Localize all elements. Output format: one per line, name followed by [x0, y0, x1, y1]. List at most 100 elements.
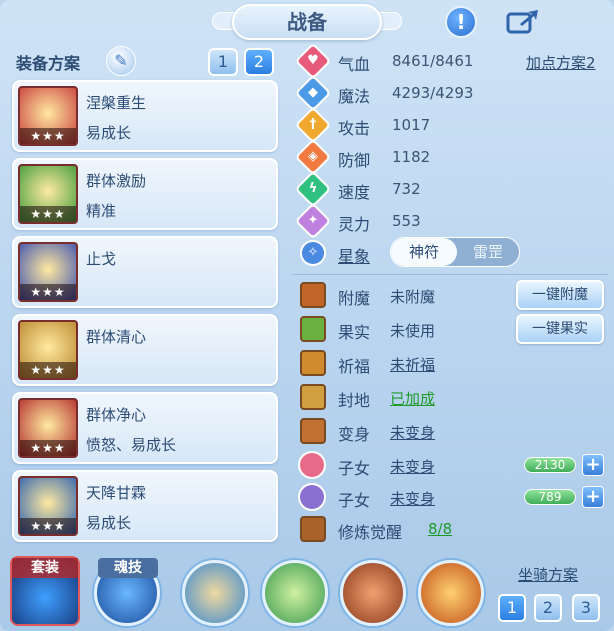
astro-option-shenfu[interactable]: 神符 — [391, 238, 457, 266]
misc-value[interactable]: 未使用 — [390, 320, 435, 341]
child-status[interactable]: 未变身 — [390, 456, 435, 477]
mana-icon: ◆ — [294, 74, 332, 112]
equip-icon: ★★★ — [18, 164, 78, 224]
stat-label: 魔法 — [338, 87, 371, 106]
stat-label: 防御 — [338, 151, 371, 170]
add-exp-button[interactable]: + — [582, 454, 604, 476]
shield-icon: ◈ — [294, 138, 332, 176]
stat-label: 气血 — [338, 55, 371, 74]
equipment-panel: 装备方案 ✎ 1 2 ★★★ 涅槃重生 易成长 ★★★ 群体激励 精准 ★★★ 止戈 ★★★ 群体… — [8, 42, 284, 542]
equip-attribute: 愤怒、易成长 — [86, 436, 177, 454]
skill-slot-4[interactable] — [418, 560, 484, 626]
misc-label: 变身 — [338, 425, 371, 444]
stat-row: ✦ 灵力 553 — [292, 202, 608, 240]
equip-name: 群体净心 — [86, 406, 147, 424]
child-label: 子女 — [338, 491, 371, 510]
star-rating: ★★★ — [20, 518, 76, 534]
misc-value[interactable]: 未附魔 — [390, 286, 435, 307]
child-status[interactable]: 未变身 — [390, 488, 435, 509]
misc-label: 附魔 — [338, 289, 371, 308]
fief-icon — [300, 384, 326, 410]
misc-label: 封地 — [338, 391, 371, 410]
transform-icon — [300, 418, 326, 444]
edit-scheme-button[interactable]: ✎ — [106, 46, 136, 76]
cultivation-label: 修炼觉醒 — [338, 523, 403, 542]
equip-card[interactable]: ★★★ 天降甘霖 易成长 — [12, 470, 278, 542]
child-row: 子女 未变身 789 + — [292, 482, 608, 512]
fruit-icon — [300, 316, 326, 342]
add-exp-button[interactable]: + — [582, 486, 604, 508]
misc-value[interactable]: 已加成 — [390, 388, 435, 409]
misc-row: 封地 已加成 — [292, 382, 608, 412]
battle-prep-window: 战备 ! 装备方案 ✎ 1 2 ★★★ 涅槃重生 易成长 ★★★ 群体激励 精准 ★★★ 止戈… — [0, 0, 614, 631]
star-rating: ★★★ — [20, 440, 76, 456]
equip-icon: ★★★ — [18, 398, 78, 458]
skill-slot-1[interactable] — [182, 560, 248, 626]
child1-icon — [298, 451, 326, 479]
suit-label: 套装 — [12, 558, 78, 578]
equip-icon: ★★★ — [18, 476, 78, 536]
stat-value: 732 — [392, 180, 421, 198]
child-row: 子女 未变身 2130 + — [292, 450, 608, 480]
one-click-fruit-button[interactable]: 一键果实 — [516, 314, 604, 344]
mount-tab-2[interactable]: 2 — [534, 594, 562, 622]
misc-label: 祈福 — [338, 357, 371, 376]
mount-tab-3[interactable]: 3 — [572, 594, 600, 622]
equip-attribute: 精准 — [86, 202, 117, 220]
equip-attribute: 易成长 — [86, 124, 132, 142]
stat-label: 攻击 — [338, 119, 371, 138]
stat-value: 553 — [392, 212, 421, 230]
equip-card[interactable]: ★★★ 群体净心愤怒、易成长 — [12, 392, 278, 464]
star-rating: ★★★ — [20, 206, 76, 222]
sword-icon: † — [294, 106, 332, 144]
misc-value[interactable]: 未祈福 — [390, 354, 435, 375]
bless-icon — [300, 350, 326, 376]
equip-card[interactable]: ★★★ 群体激励 精准 — [12, 158, 278, 230]
misc-label: 果实 — [338, 323, 371, 342]
misc-value[interactable]: 未变身 — [390, 422, 435, 443]
equip-card[interactable]: ★★★ 涅槃重生易成长 — [12, 80, 278, 152]
astro-option-leigang[interactable]: 雷罡 — [455, 238, 521, 266]
astro-label: 星象 — [338, 247, 371, 266]
cultivation-icon — [300, 516, 326, 542]
stat-row: † 攻击 1017 — [292, 106, 608, 144]
equip-scheme-tab-1[interactable]: 1 — [208, 48, 238, 76]
skill-slot-2[interactable] — [262, 560, 328, 626]
stat-label: 灵力 — [338, 215, 371, 234]
heart-icon: ♥ — [294, 42, 332, 80]
child-exp-bar: 789 — [524, 489, 576, 505]
equip-name: 止戈 — [86, 250, 117, 268]
star-rating: ★★★ — [20, 362, 76, 378]
mount-scheme-label: 坐骑方案 — [518, 566, 579, 584]
equip-icon: ★★★ — [18, 242, 78, 302]
cultivation-value[interactable]: 8/8 — [428, 520, 452, 538]
skill-slot-3[interactable] — [340, 560, 406, 626]
stat-row: ϟ 速度 732 — [292, 170, 608, 208]
child2-icon — [298, 483, 326, 511]
misc-row: 祈福 未祈福 — [292, 348, 608, 378]
help-button[interactable]: ! — [445, 6, 477, 38]
equip-card[interactable]: ★★★ 群体清心 — [12, 314, 278, 386]
equip-name: 涅槃重生 — [86, 94, 147, 112]
stats-panel: ♥ 气血 8461/8461 ◆ 魔法 4293/4293 † 攻击 1017 ◈ 防御 1182 ϟ 速… — [292, 42, 608, 542]
equip-scheme-label: 装备方案 — [16, 54, 81, 73]
one-click-enchant-button[interactable]: 一键附魔 — [516, 280, 604, 310]
page-title: 战备 — [232, 4, 382, 40]
stat-value: 1017 — [392, 116, 431, 134]
stat-label: 速度 — [338, 183, 371, 202]
equip-card[interactable]: ★★★ 止戈 — [12, 236, 278, 308]
equip-scheme-tab-2[interactable]: 2 — [244, 48, 274, 76]
suit-button[interactable]: 套装 — [10, 556, 80, 626]
share-icon[interactable] — [505, 6, 541, 36]
misc-row: 变身 未变身 — [292, 416, 608, 446]
child-label: 子女 — [338, 459, 371, 478]
stat-row: ◆ 魔法 4293/4293 — [292, 74, 608, 112]
stat-value: 8461/8461 — [392, 52, 474, 70]
astro-toggle[interactable]: 神符 雷罡 — [390, 237, 520, 267]
mount-tab-1[interactable]: 1 — [498, 594, 526, 622]
equip-name: 群体清心 — [86, 328, 147, 346]
soul-skill-label: 魂技 — [98, 558, 158, 578]
addpoint-scheme-link[interactable]: 加点方案2 — [526, 52, 596, 73]
spirit-icon: ✦ — [294, 202, 332, 240]
star-rating: ★★★ — [20, 128, 76, 144]
